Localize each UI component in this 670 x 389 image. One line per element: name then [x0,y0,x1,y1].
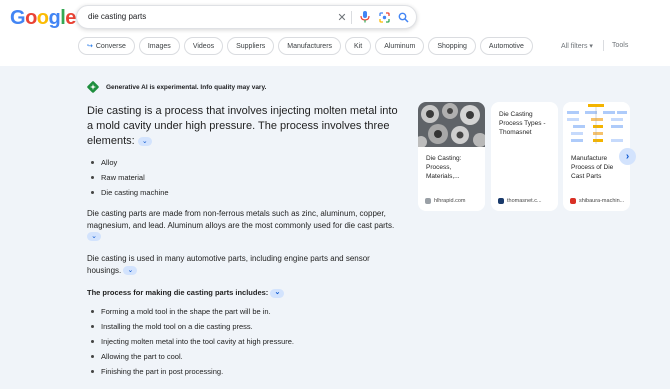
source-site: thomasnet.c... [498,198,542,204]
expand-chevron-icon[interactable]: ⌄ [123,265,138,275]
ai-banner-text: Generative AI is experimental. Info qual… [106,83,267,91]
list-item: Injecting molten metal into the tool cav… [90,337,294,352]
all-filters-button[interactable]: All filters ▾ [561,42,593,50]
list-item: Forming a mold tool in the shape the par… [90,307,294,322]
clear-icon[interactable]: ✕ [335,10,349,24]
source-site: hlhrapid.com [425,198,466,204]
list-item: Installing the mold tool on a die castin… [90,322,294,337]
microphone-icon[interactable] [358,10,372,24]
expand-chevron-icon[interactable]: ⌄ [137,136,152,146]
next-sources-button[interactable]: › [619,148,636,165]
expand-chevron-icon[interactable]: ⌄ [87,232,101,242]
die-cast-parts-thumbnail [418,102,485,148]
source-title: Die Casting: Process, Materials,... [426,155,462,180]
list-item: Alloy [90,158,169,173]
chip-suppliers[interactable]: Suppliers [227,37,275,55]
expand-chevron-icon[interactable]: ⌄ [270,288,285,298]
caret-down-icon: ▾ [589,43,593,50]
chip-converse[interactable]: ↪ Converse [78,37,135,55]
elements-list: Alloy Raw material Die casting machine [90,158,169,203]
chip-automotive[interactable]: Automotive [479,37,533,55]
search-box[interactable]: die casting parts ✕ [76,5,417,29]
chip-shopping[interactable]: Shopping [428,37,476,55]
site-favicon-icon [570,198,576,204]
list-item: Finishing the part in post processing. [90,367,294,382]
tools-button[interactable]: Tools [612,42,628,49]
list-item: Allowing the part to cool. [90,352,294,367]
site-favicon-icon [498,198,504,204]
generative-ai-icon [87,81,99,93]
chevron-right-icon: › [625,151,630,162]
source-card-thomasnet[interactable]: Die Casting Process Types - Thomasnet th… [491,102,558,211]
site-favicon-icon [425,198,431,204]
converse-arrow-icon: ↪ [87,43,93,50]
automotive-paragraph: Die casting is used in many automotive p… [87,254,370,275]
chip-images[interactable]: Images [138,37,180,55]
search-divider [351,11,352,24]
source-title: Die Casting Process Types - Thomasnet [499,111,546,136]
process-flowchart-thumbnail [563,102,630,147]
source-card-hlhrapid[interactable]: Die Casting: Process, Materials,... hlhr… [418,102,485,211]
list-item: Raw material [90,173,169,188]
chip-videos[interactable]: Videos [183,37,224,55]
ai-experimental-banner: Generative AI is experimental. Info qual… [87,81,266,93]
process-heading: The process for making die casting parts… [87,287,397,299]
google-logo[interactable]: Google [10,7,76,30]
chip-aluminum[interactable]: Aluminum [375,37,425,55]
materials-paragraph: Die casting parts are made from non-ferr… [87,209,395,242]
process-steps-list: Forming a mold tool in the shape the par… [90,307,294,382]
chip-manufacturers[interactable]: Manufacturers [278,37,342,55]
ai-overview-panel: Generative AI is experimental. Info qual… [0,66,670,389]
search-input[interactable]: die casting parts [88,12,146,21]
lens-camera-icon[interactable] [377,10,391,24]
filters-divider [603,40,604,51]
search-header: Google die casting parts ✕ ↪ Converse Ima… [0,0,670,66]
chip-kit[interactable]: Kit [345,37,372,55]
source-site: shibaura-machin... [570,198,624,204]
filter-chips: ↪ Converse Images Videos Suppliers Manufa… [78,37,533,55]
search-icon[interactable] [396,10,410,24]
ai-summary: Die casting is a process that involves i… [87,105,398,147]
list-item: Die casting machine [90,188,169,203]
